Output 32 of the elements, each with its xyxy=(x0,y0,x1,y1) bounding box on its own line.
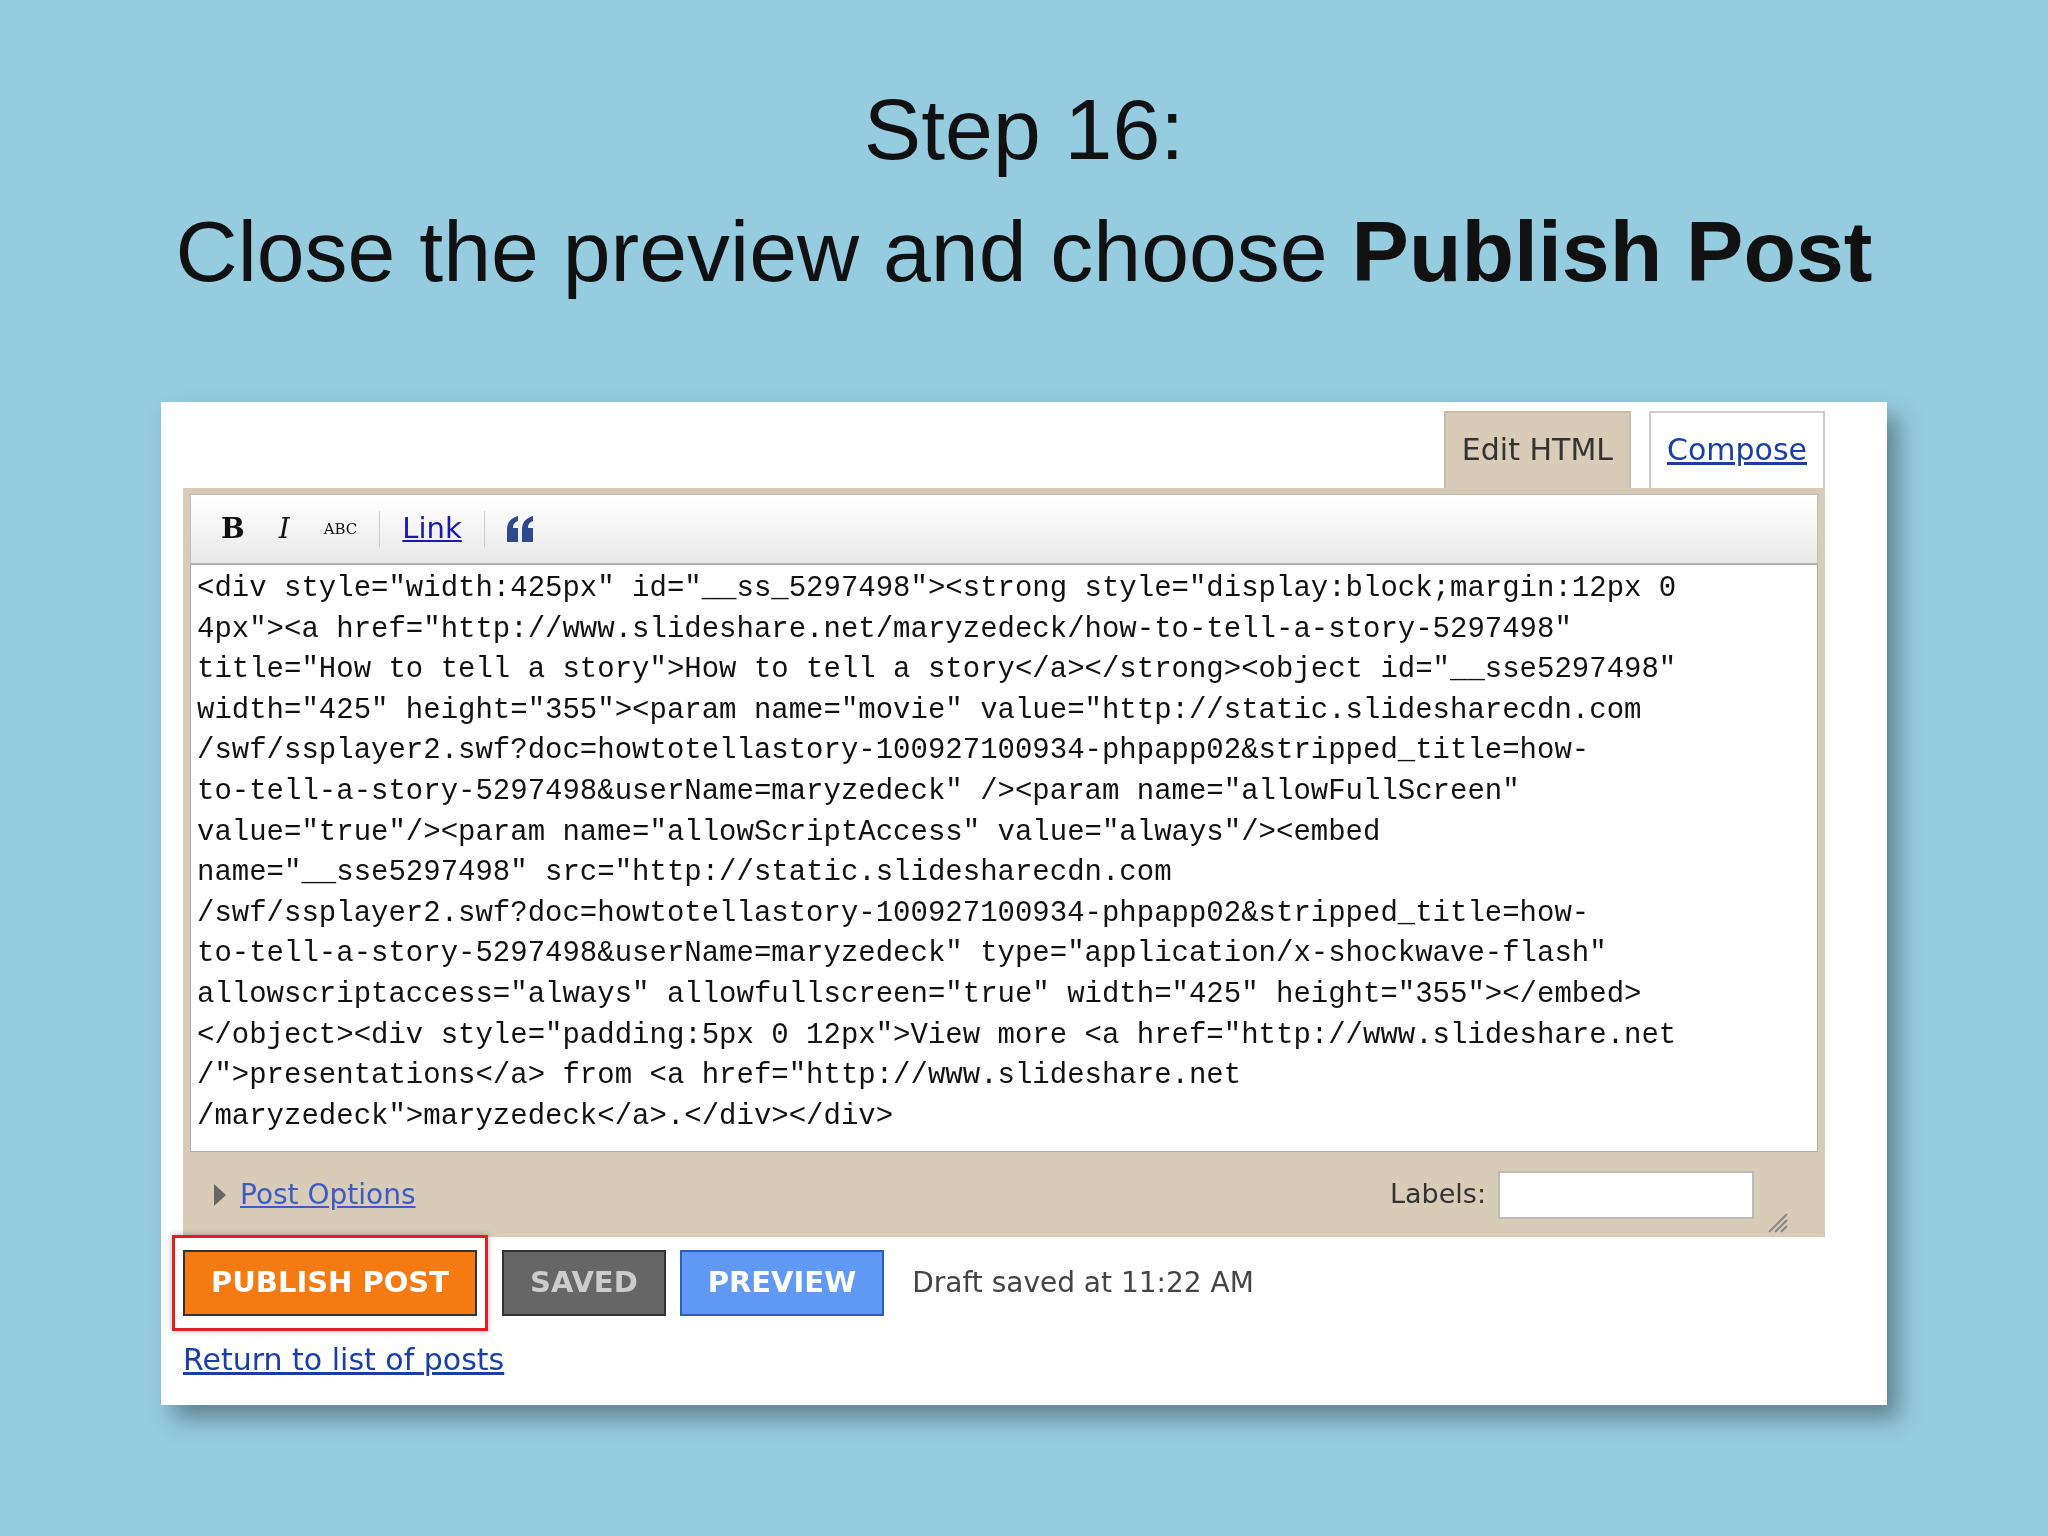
slide-title: Close the preview and choose Publish Post xyxy=(175,202,1873,301)
labels-label: Labels: xyxy=(1390,1177,1486,1212)
spellcheck-button[interactable]: ABC xyxy=(311,517,370,541)
code-line: value="true"/><param name="allowScriptAccess" value="always"/><embed xyxy=(197,814,1382,851)
code-line: </object><div style="padding:5px 0 12px">View more <a href="http://www.slideshare.net xyxy=(197,1017,1678,1054)
resize-grip-icon[interactable] xyxy=(1766,1211,1788,1233)
code-line: title="How to tell a story">How to tell a story</a></strong><object id="__sse5297498" xyxy=(197,652,1678,689)
html-editor[interactable] xyxy=(190,564,1818,1152)
code-line: name="__sse5297498" src="http://static.slidesharecdn.com xyxy=(197,855,1173,892)
link-button[interactable]: Link xyxy=(390,507,474,551)
labels-field[interactable] xyxy=(1498,1170,1754,1219)
return-link[interactable]: Return to list of posts xyxy=(183,1336,505,1382)
code-line: width="425" height="355"><param name="movie" value="http://static.slidesharecdn.com xyxy=(197,692,1643,729)
code-line: /swf/ssplayer2.swf?doc=howtotellastory-100927100934-phpapp02&stripped_title=how- xyxy=(197,733,1591,770)
editor-tab[interactable]: Compose xyxy=(1649,411,1825,488)
code-line: allowscriptaccess="always" allowfullscreen="true" width="425" height="355"></embed> xyxy=(197,976,1643,1013)
collapsed-triangle-icon[interactable] xyxy=(212,1183,228,1206)
code-line: to-tell-a-story-5297498&userName=maryzedeck" /><param name="allowFullScreen" xyxy=(197,773,1521,810)
draft-status: Draft saved at 11:22 AM xyxy=(912,1264,1254,1301)
code-line: <div style="width:425px" id="__ss_5297498"><strong style="display:block;margin:12px 0 xyxy=(197,571,1678,607)
post-options-link[interactable]: Post Options xyxy=(240,1173,416,1216)
saved-button[interactable]: SAVED xyxy=(502,1250,666,1316)
bold-button[interactable]: B xyxy=(209,508,257,550)
code-line: 4px"><a href="http://www.slideshare.net/maryzedeck/how-to-tell-a-story-5297498" xyxy=(197,611,1573,648)
code-line: /">presentations</a> from <a href="http://www.slideshare.net xyxy=(197,1058,1243,1095)
editor-tab[interactable]: Edit HTML xyxy=(1443,411,1631,488)
quote-icon[interactable] xyxy=(504,516,535,542)
code-line: to-tell-a-story-5297498&userName=maryzedeck" type="application/x-shockwave-flash" xyxy=(197,936,1608,973)
italic-button[interactable]: I xyxy=(266,508,302,550)
slide-title: Step 16: xyxy=(862,80,1186,179)
code-line: /maryzedeck">maryzedeck</a>.</div></div> xyxy=(197,1098,895,1135)
code-line: /swf/ssplayer2.swf?doc=howtotellastory-100927100934-phpapp02&stripped_title=how- xyxy=(197,895,1591,932)
